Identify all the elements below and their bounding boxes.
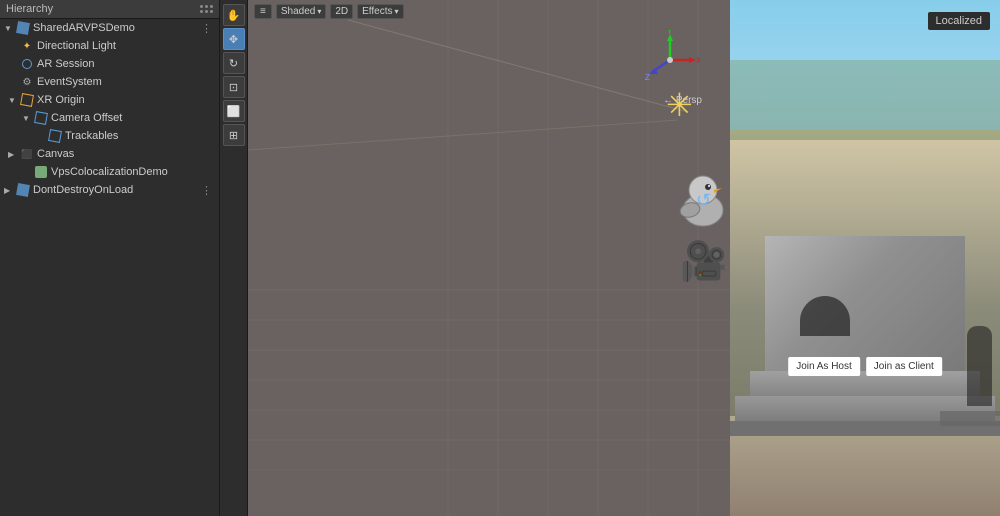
tree-label-root: SharedARVPSDemo — [33, 22, 198, 34]
tree-item-cameraoffset[interactable]: ▼ Camera Offset — [0, 109, 219, 127]
bg-foliage — [730, 60, 1000, 140]
join-host-button[interactable]: Join As Host — [788, 357, 860, 376]
tool-rect[interactable]: ⬜ — [223, 100, 245, 122]
tree-label-eventsystem: EventSystem — [37, 76, 215, 88]
scene-toolbar: ✋ ✥ ↻ ⊡ ⬜ ⊞ — [220, 0, 248, 516]
tool-combined[interactable]: ⊞ — [223, 124, 245, 146]
tree-icon-vpsdemo — [34, 165, 48, 179]
tree-item-dirlight[interactable]: ✦Directional Light — [0, 37, 219, 55]
tree-dots-dontdestroy[interactable]: ⋮ — [198, 184, 215, 197]
svg-text:X: X — [696, 56, 700, 65]
tree-arrow-cameraoffset: ▼ — [22, 114, 34, 123]
scene-viewport[interactable]: ≡ Shaded ▾ 2D Effects ▾ — [248, 0, 730, 516]
bench — [940, 411, 1000, 426]
tree-label-vpsdemo: VpsColocalizationDemo — [51, 166, 215, 178]
tree-item-xrorigin[interactable]: ▼ XR Origin — [0, 91, 219, 109]
tree-icon-cameraoffset — [34, 111, 48, 125]
tree-icon-trackables — [48, 129, 62, 143]
tree-icon-root — [16, 21, 30, 35]
ar-camera-view: Localized Join As Host Join as Client — [730, 0, 1000, 516]
shaded-dropdown[interactable]: Shaded ▾ — [276, 4, 327, 19]
tree-icon-dirlight: ✦ — [20, 39, 34, 53]
tree-label-cameraoffset: Camera Offset — [51, 112, 215, 124]
tree-arrow-dontdestroy: ▶ — [4, 186, 16, 195]
svg-text:↺: ↺ — [696, 190, 711, 210]
tree-item-canvas[interactable]: ▶⬛Canvas — [0, 145, 219, 163]
hierarchy-header: Hierarchy — [0, 0, 219, 19]
scene-menu-btn[interactable]: ≡ — [254, 4, 272, 19]
tree-item-dontdestroy[interactable]: ▶ DontDestroyOnLoad⋮ — [0, 181, 219, 199]
tree-label-xrorigin: XR Origin — [37, 94, 215, 106]
tree-item-trackables[interactable]: Trackables — [0, 127, 219, 145]
tool-move[interactable]: ✥ — [223, 28, 245, 50]
tree-dots-root[interactable]: ⋮ — [198, 22, 215, 35]
tool-hand[interactable]: ✋ — [223, 4, 245, 26]
hierarchy-title: Hierarchy — [6, 3, 53, 15]
tree-item-vpsdemo[interactable]: VpsColocalizationDemo — [0, 163, 219, 181]
hierarchy-title-area: Hierarchy — [6, 3, 53, 15]
scene-character-object[interactable]: ↺ — [668, 168, 730, 236]
scene-area: ✋ ✥ ↻ ⊡ ⬜ ⊞ ≡ Shaded ▾ 2D Effects ▾ — [220, 0, 730, 516]
hierarchy-menu-icon[interactable] — [200, 5, 213, 13]
tree-arrow-root: ▼ — [4, 24, 16, 33]
tree-icon-canvas: ⬛ — [20, 147, 34, 161]
svg-text:Y: Y — [667, 30, 673, 36]
ar-buttons-container: Join As Host Join as Client — [788, 357, 942, 376]
tree-item-root[interactable]: ▼ SharedARVPSDemo⋮ — [0, 19, 219, 37]
tree-icon-arsession — [20, 57, 34, 71]
tool-scale[interactable]: ⊡ — [223, 76, 245, 98]
tree-icon-eventsystem: ⚙ — [20, 75, 34, 89]
hierarchy-panel: Hierarchy ▼SharedARVPSDemo⋮✦Directional … — [0, 0, 220, 516]
tree-arrow-canvas: ▶ — [8, 150, 20, 159]
camera-object[interactable]: 🎥 — [680, 240, 727, 284]
tree-icon-dontdestroy — [16, 183, 30, 197]
hierarchy-tree: ▼SharedARVPSDemo⋮✦Directional LightAR Se… — [0, 19, 219, 199]
person-silhouette — [967, 326, 992, 406]
scene-top-bar: ≡ Shaded ▾ 2D Effects ▾ — [248, 0, 730, 22]
tree-arrow-xrorigin: ▼ — [8, 96, 20, 105]
concrete-structure — [740, 216, 990, 436]
tool-rotate[interactable]: ↻ — [223, 52, 245, 74]
tree-label-canvas: Canvas — [37, 148, 215, 160]
tree-label-arsession: AR Session — [37, 58, 215, 70]
join-client-button[interactable]: Join as Client — [866, 357, 942, 376]
svg-text:Z: Z — [645, 73, 650, 82]
tree-item-arsession[interactable]: AR Session — [0, 55, 219, 73]
tree-label-trackables: Trackables — [65, 130, 215, 142]
perspective-label: ← Persp — [663, 95, 702, 106]
localized-badge: Localized — [928, 12, 990, 30]
tree-label-dontdestroy: DontDestroyOnLoad — [33, 184, 198, 196]
gizmo-widget[interactable]: Y X Z — [640, 30, 700, 90]
tree-label-dirlight: Directional Light — [37, 40, 215, 52]
tree-icon-xrorigin — [20, 93, 34, 107]
ar-panel: Localized Join As Host Join as Client — [730, 0, 1000, 516]
effects-dropdown[interactable]: Effects ▾ — [357, 4, 403, 19]
tree-item-eventsystem[interactable]: ⚙EventSystem — [0, 73, 219, 91]
2d-toggle[interactable]: 2D — [330, 4, 353, 19]
